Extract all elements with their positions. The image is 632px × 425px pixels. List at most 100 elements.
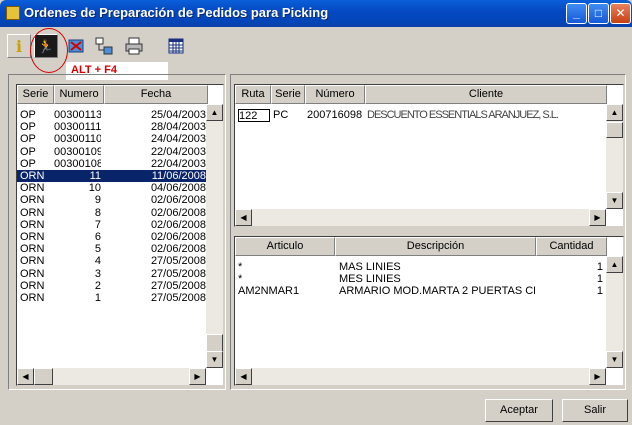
table-row[interactable]: OP 00300108 22/04/2003 <box>17 158 206 170</box>
table-row[interactable]: AM2NMAR1 ARMARIO MOD.MARTA 2 PUERTAS CF 1 <box>235 285 606 297</box>
table-row[interactable]: ORN 5 02/06/2008 <box>17 243 206 255</box>
routes-hscroll[interactable]: ◀ ▶ <box>235 209 606 226</box>
orders-vscroll[interactable]: ▲ ▼ <box>206 104 223 368</box>
col-header-cliente[interactable]: Cliente <box>365 85 607 104</box>
scroll-right-icon[interactable]: ▶ <box>589 209 606 226</box>
table-row[interactable]: * MES LINIES 1 <box>235 273 606 285</box>
accept-button[interactable]: Aceptar <box>485 399 553 422</box>
cell-serie: PC <box>273 109 289 121</box>
cell-cantidad: 1 <box>596 273 603 285</box>
scroll-right-icon[interactable]: ▶ <box>189 368 206 385</box>
printer-icon <box>125 37 143 55</box>
cell-numero: 00300108 <box>54 157 101 170</box>
minimize-button[interactable]: _ <box>566 3 587 24</box>
col-header-serie[interactable]: Serie <box>271 85 305 104</box>
cell-numero: 1 <box>94 292 101 304</box>
routes-vscroll[interactable]: ▲ ▼ <box>606 104 623 209</box>
scroll-down-icon[interactable]: ▼ <box>606 192 623 209</box>
exit-button[interactable]: Salir <box>562 399 628 422</box>
hscroll-thumb[interactable] <box>34 368 53 385</box>
maximize-button[interactable]: □ <box>588 3 609 24</box>
table-row[interactable]: ORN 6 02/06/2008 <box>17 231 206 243</box>
col-header-numero[interactable]: Numero <box>54 85 104 104</box>
orders-hscroll[interactable]: ◀ ▶ <box>17 368 206 385</box>
cell-cantidad: 1 <box>596 261 603 273</box>
table-row[interactable]: OP 00300111 28/04/2003 <box>17 121 206 133</box>
cell-numero: 2 <box>94 279 101 292</box>
tree-view-button[interactable] <box>92 34 116 58</box>
toolbar: i 🏃 <box>4 30 628 62</box>
articles-hscroll[interactable]: ◀ ▶ <box>235 368 606 385</box>
cell-numero: 10 <box>88 182 101 195</box>
cell-fecha: 02/06/2008 <box>150 206 206 219</box>
window-title: Ordenes de Preparación de Pedidos para P… <box>24 5 329 20</box>
cell-numero: 5 <box>94 243 101 256</box>
table-row[interactable]: ORN 10 04/06/2008 <box>17 182 206 194</box>
print-button[interactable] <box>122 34 146 58</box>
table-row[interactable]: ORN 11 11/06/2008 <box>17 170 206 182</box>
cell-numero: 200716098 <box>307 109 363 121</box>
scroll-up-icon[interactable]: ▲ <box>606 256 623 273</box>
title-bar[interactable]: Ordenes de Preparación de Pedidos para P… <box>0 0 632 27</box>
table-row[interactable]: ORN 4 27/05/2008 <box>17 255 206 267</box>
routes-grid[interactable]: Ruta Serie Número Cliente 122 PC 200716098… <box>234 84 624 227</box>
cell-numero: 00300109 <box>54 145 101 158</box>
cell-cantidad: 1 <box>596 285 603 297</box>
cell-serie: ORN <box>20 255 45 268</box>
cell-descripcion: MES LINIES <box>339 273 401 285</box>
cell-numero: 4 <box>94 255 101 268</box>
table-row[interactable]: ORN 3 27/05/2008 <box>17 268 206 280</box>
cell-numero: 8 <box>94 206 101 219</box>
table-row[interactable]: ORN 7 02/06/2008 <box>17 219 206 231</box>
cell-fecha: 28/04/2003 <box>150 121 206 134</box>
table-row[interactable]: ORN 1 27/05/2008 <box>17 292 206 304</box>
info-button[interactable]: i <box>7 34 31 58</box>
table-row[interactable]: ORN 8 02/06/2008 <box>17 207 206 219</box>
cell-fecha: 27/05/2008 <box>150 279 206 292</box>
cell-serie: ORN <box>20 292 45 304</box>
cell-ruta: 122 <box>238 109 270 122</box>
table-row[interactable]: * MAS LINIES 1 <box>235 261 606 273</box>
table-row[interactable]: ORN 9 02/06/2008 <box>17 194 206 206</box>
scroll-down-icon[interactable]: ▼ <box>606 351 623 368</box>
table-row[interactable]: OP 00300113 25/04/2003 <box>17 109 206 121</box>
cell-fecha: 11/06/2008 <box>151 170 206 182</box>
cell-fecha: 02/06/2008 <box>150 231 206 243</box>
table-row[interactable]: OP 00300109 22/04/2003 <box>17 146 206 158</box>
scroll-left-icon[interactable]: ◀ <box>17 368 34 385</box>
cell-articulo: * <box>238 261 243 273</box>
articles-grid[interactable]: Articulo Descripción Cantidad * MAS LINIE… <box>234 236 624 386</box>
col-header-fecha[interactable]: Fecha <box>104 85 208 104</box>
scroll-thumb[interactable] <box>606 122 623 138</box>
cell-fecha: 22/04/2003 <box>150 157 206 170</box>
cell-numero: 00300110 <box>54 133 101 146</box>
scroll-left-icon[interactable]: ◀ <box>235 209 252 226</box>
col-header-ruta[interactable]: Ruta <box>235 85 271 104</box>
cell-fecha: 25/04/2003 <box>150 109 206 121</box>
cell-serie: ORN <box>20 182 45 195</box>
close-button[interactable]: ✕ <box>610 3 631 24</box>
cell-descripcion: ARMARIO MOD.MARTA 2 PUERTAS CF <box>339 285 535 297</box>
cell-serie: ORN <box>20 243 45 256</box>
scroll-right-icon[interactable]: ▶ <box>589 368 606 385</box>
col-header-cantidad[interactable]: Cantidad <box>536 237 607 256</box>
highlight-circle <box>30 28 68 73</box>
cell-numero: 6 <box>94 231 101 243</box>
table-row[interactable]: 122 PC 200716098 DESCUENTO ESSENTIALS ARANJ… <box>235 109 606 122</box>
orders-grid[interactable]: Serie Numero Fecha OP 00300113 25/04/2003 O… <box>16 84 224 386</box>
cell-fecha: 02/06/2008 <box>150 218 206 231</box>
table-row[interactable]: ORN 2 27/05/2008 <box>17 280 206 292</box>
scroll-thumb[interactable] <box>206 334 223 352</box>
cell-fecha: 02/06/2008 <box>150 194 206 207</box>
articles-vscroll[interactable]: ▲ ▼ <box>606 256 623 368</box>
col-header-descripcion[interactable]: Descripción <box>335 237 536 256</box>
col-header-serie[interactable]: Serie <box>17 85 54 104</box>
col-header-articulo[interactable]: Articulo <box>235 237 335 256</box>
scroll-left-icon[interactable]: ◀ <box>235 368 252 385</box>
scroll-up-icon[interactable]: ▲ <box>606 104 623 121</box>
scroll-up-icon[interactable]: ▲ <box>206 104 223 121</box>
table-row[interactable]: OP 00300110 24/04/2003 <box>17 133 206 145</box>
scroll-down-icon[interactable]: ▼ <box>206 351 223 368</box>
col-header-numero[interactable]: Número <box>305 85 365 104</box>
calendar-button[interactable] <box>164 34 188 58</box>
